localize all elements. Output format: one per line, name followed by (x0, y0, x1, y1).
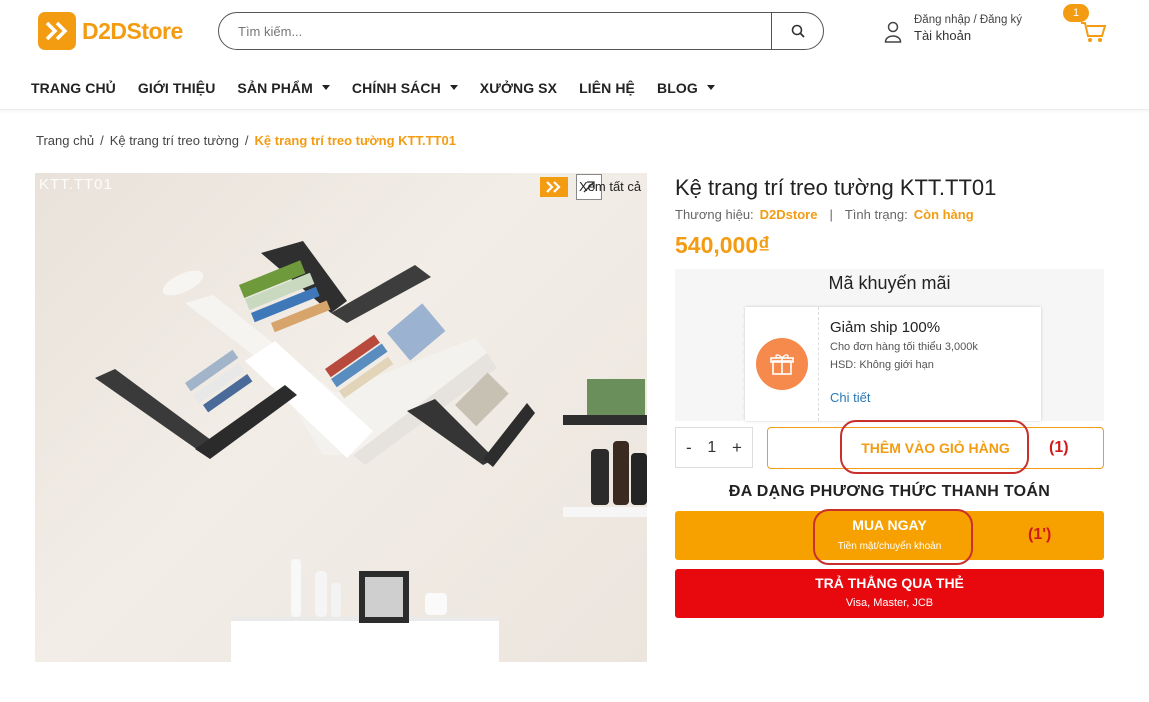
nav-label: BLOG (657, 79, 698, 96)
nav-label: GIỚI THIỆU (137, 79, 216, 96)
search-bar (218, 12, 824, 50)
nav-label: SẢN PHẨM (237, 79, 313, 96)
nav-item-home[interactable]: TRANG CHỦ (31, 80, 116, 96)
add-to-cart-label: THÊM VÀO GIỎ HÀNG (861, 440, 1010, 456)
see-all-link[interactable]: Xem tất cả (579, 179, 641, 194)
payment-methods-heading: ĐA DẠNG PHƯƠNG THỨC THANH TOÁN (728, 483, 1051, 500)
breadcrumb-separator: / (100, 133, 104, 148)
breadcrumb: Trang chủ / Kệ trang trí treo tường / Kệ… (36, 133, 456, 148)
cart-icon (1081, 22, 1107, 42)
coupon-min-order: Cho đơn hàng tối thiểu 3,000k (830, 341, 978, 353)
nav-item-factory[interactable]: XƯỞNG SX (480, 80, 557, 96)
pay-card-label: TRẢ THẲNG QUA THẺ (815, 575, 964, 591)
search-button[interactable] (771, 13, 823, 49)
coupon-title: Giảm ship 100% (830, 319, 941, 336)
product-meta: Thương hiệu: D2Dstore | Tình trạng: Còn … (675, 207, 974, 222)
chevron-down-icon (321, 85, 330, 90)
coupon-detail-link[interactable]: Chi tiết (830, 390, 978, 405)
coupon-expiry: HSD: Không giới hạn (830, 359, 934, 371)
product-title: Kệ trang trí treo tường KTT.TT01 (675, 175, 997, 200)
nav-item-blog[interactable]: BLOG (657, 80, 715, 96)
nav-item-contact[interactable]: LIÊN HỆ (579, 80, 635, 96)
cart-button[interactable] (1078, 16, 1108, 46)
logo[interactable]: D2DStore (38, 12, 183, 50)
annotation-label-1b: (1') (1028, 526, 1052, 543)
qty-minus-button[interactable]: - (686, 438, 692, 458)
nav-label: TRANG CHỦ (31, 79, 116, 96)
product-price: 540,000₫ (675, 232, 770, 258)
account-text[interactable]: Tài khoản (914, 28, 1022, 43)
status-value: Còn hàng (913, 207, 974, 222)
annotation-label-1: (1) (1049, 439, 1069, 456)
account-link[interactable]: Đăng nhập / Đăng ký Tài khoản (884, 14, 1022, 43)
nav-label: LIÊN HỆ (579, 79, 635, 96)
brand-badge-icon (540, 177, 568, 197)
chevron-down-icon (449, 85, 458, 90)
coupon-body: Giảm ship 100% Cho đơn hàng tối thiểu 3,… (830, 319, 978, 405)
nav-item-policy[interactable]: CHÍNH SÁCH (352, 80, 458, 96)
search-icon (791, 24, 805, 38)
brand-label: Thương hiệu: (675, 207, 754, 222)
nav-label: XƯỞNG SX (479, 79, 558, 96)
search-input[interactable] (219, 13, 771, 49)
quantity-stepper: - 1 + (675, 427, 753, 468)
logo-icon (38, 12, 76, 50)
qty-plus-button[interactable]: + (732, 438, 742, 458)
brand-value[interactable]: D2Dstore (760, 207, 818, 222)
pay-card-sublabel: Visa, Master, JCB (845, 597, 934, 609)
pay-by-card-button[interactable]: TRẢ THẲNG QUA THẺ Visa, Master, JCB (675, 569, 1104, 618)
breadcrumb-home[interactable]: Trang chủ (36, 133, 94, 148)
logo-text: D2DStore (82, 17, 183, 44)
coupon-card: Giảm ship 100% Cho đơn hàng tối thiểu 3,… (742, 307, 1041, 421)
product-photo (95, 241, 647, 662)
status-label: Tình trạng: (844, 207, 908, 222)
promo-title: Mã khuyến mãi (828, 273, 951, 293)
gift-icon (755, 338, 808, 390)
login-register-text[interactable]: Đăng nhập / Đăng ký (914, 14, 1022, 26)
nav-item-products[interactable]: SẢN PHẨM (237, 79, 330, 96)
meta-separator: | (829, 207, 833, 222)
promo-section: Mã khuyến mãi Giảm ship 100% Cho đơn hàn… (675, 269, 1104, 421)
main-nav: TRANG CHỦ GIỚI THIỆU SẢN PHẨM CHÍNH SÁCH… (0, 66, 1149, 110)
breadcrumb-separator: / (244, 133, 249, 148)
chevron-down-icon (706, 85, 715, 90)
nav-label: CHÍNH SÁCH (351, 79, 441, 96)
image-code: KTT.TT01 (39, 176, 113, 193)
product-image[interactable]: KTT.TT01 (35, 173, 647, 662)
qty-value[interactable]: 1 (707, 439, 716, 457)
site-header: D2DStore Đăng nhập / Đăng ký Tài khoản 1 (0, 0, 1149, 62)
breadcrumb-category[interactable]: Kệ trang trí treo tường (110, 133, 239, 148)
nav-item-about[interactable]: GIỚI THIỆU (138, 80, 216, 96)
coupon-icon-area (745, 307, 819, 421)
breadcrumb-current: Kệ trang trí treo tường KTT.TT01 (254, 133, 456, 148)
user-icon (884, 21, 902, 43)
